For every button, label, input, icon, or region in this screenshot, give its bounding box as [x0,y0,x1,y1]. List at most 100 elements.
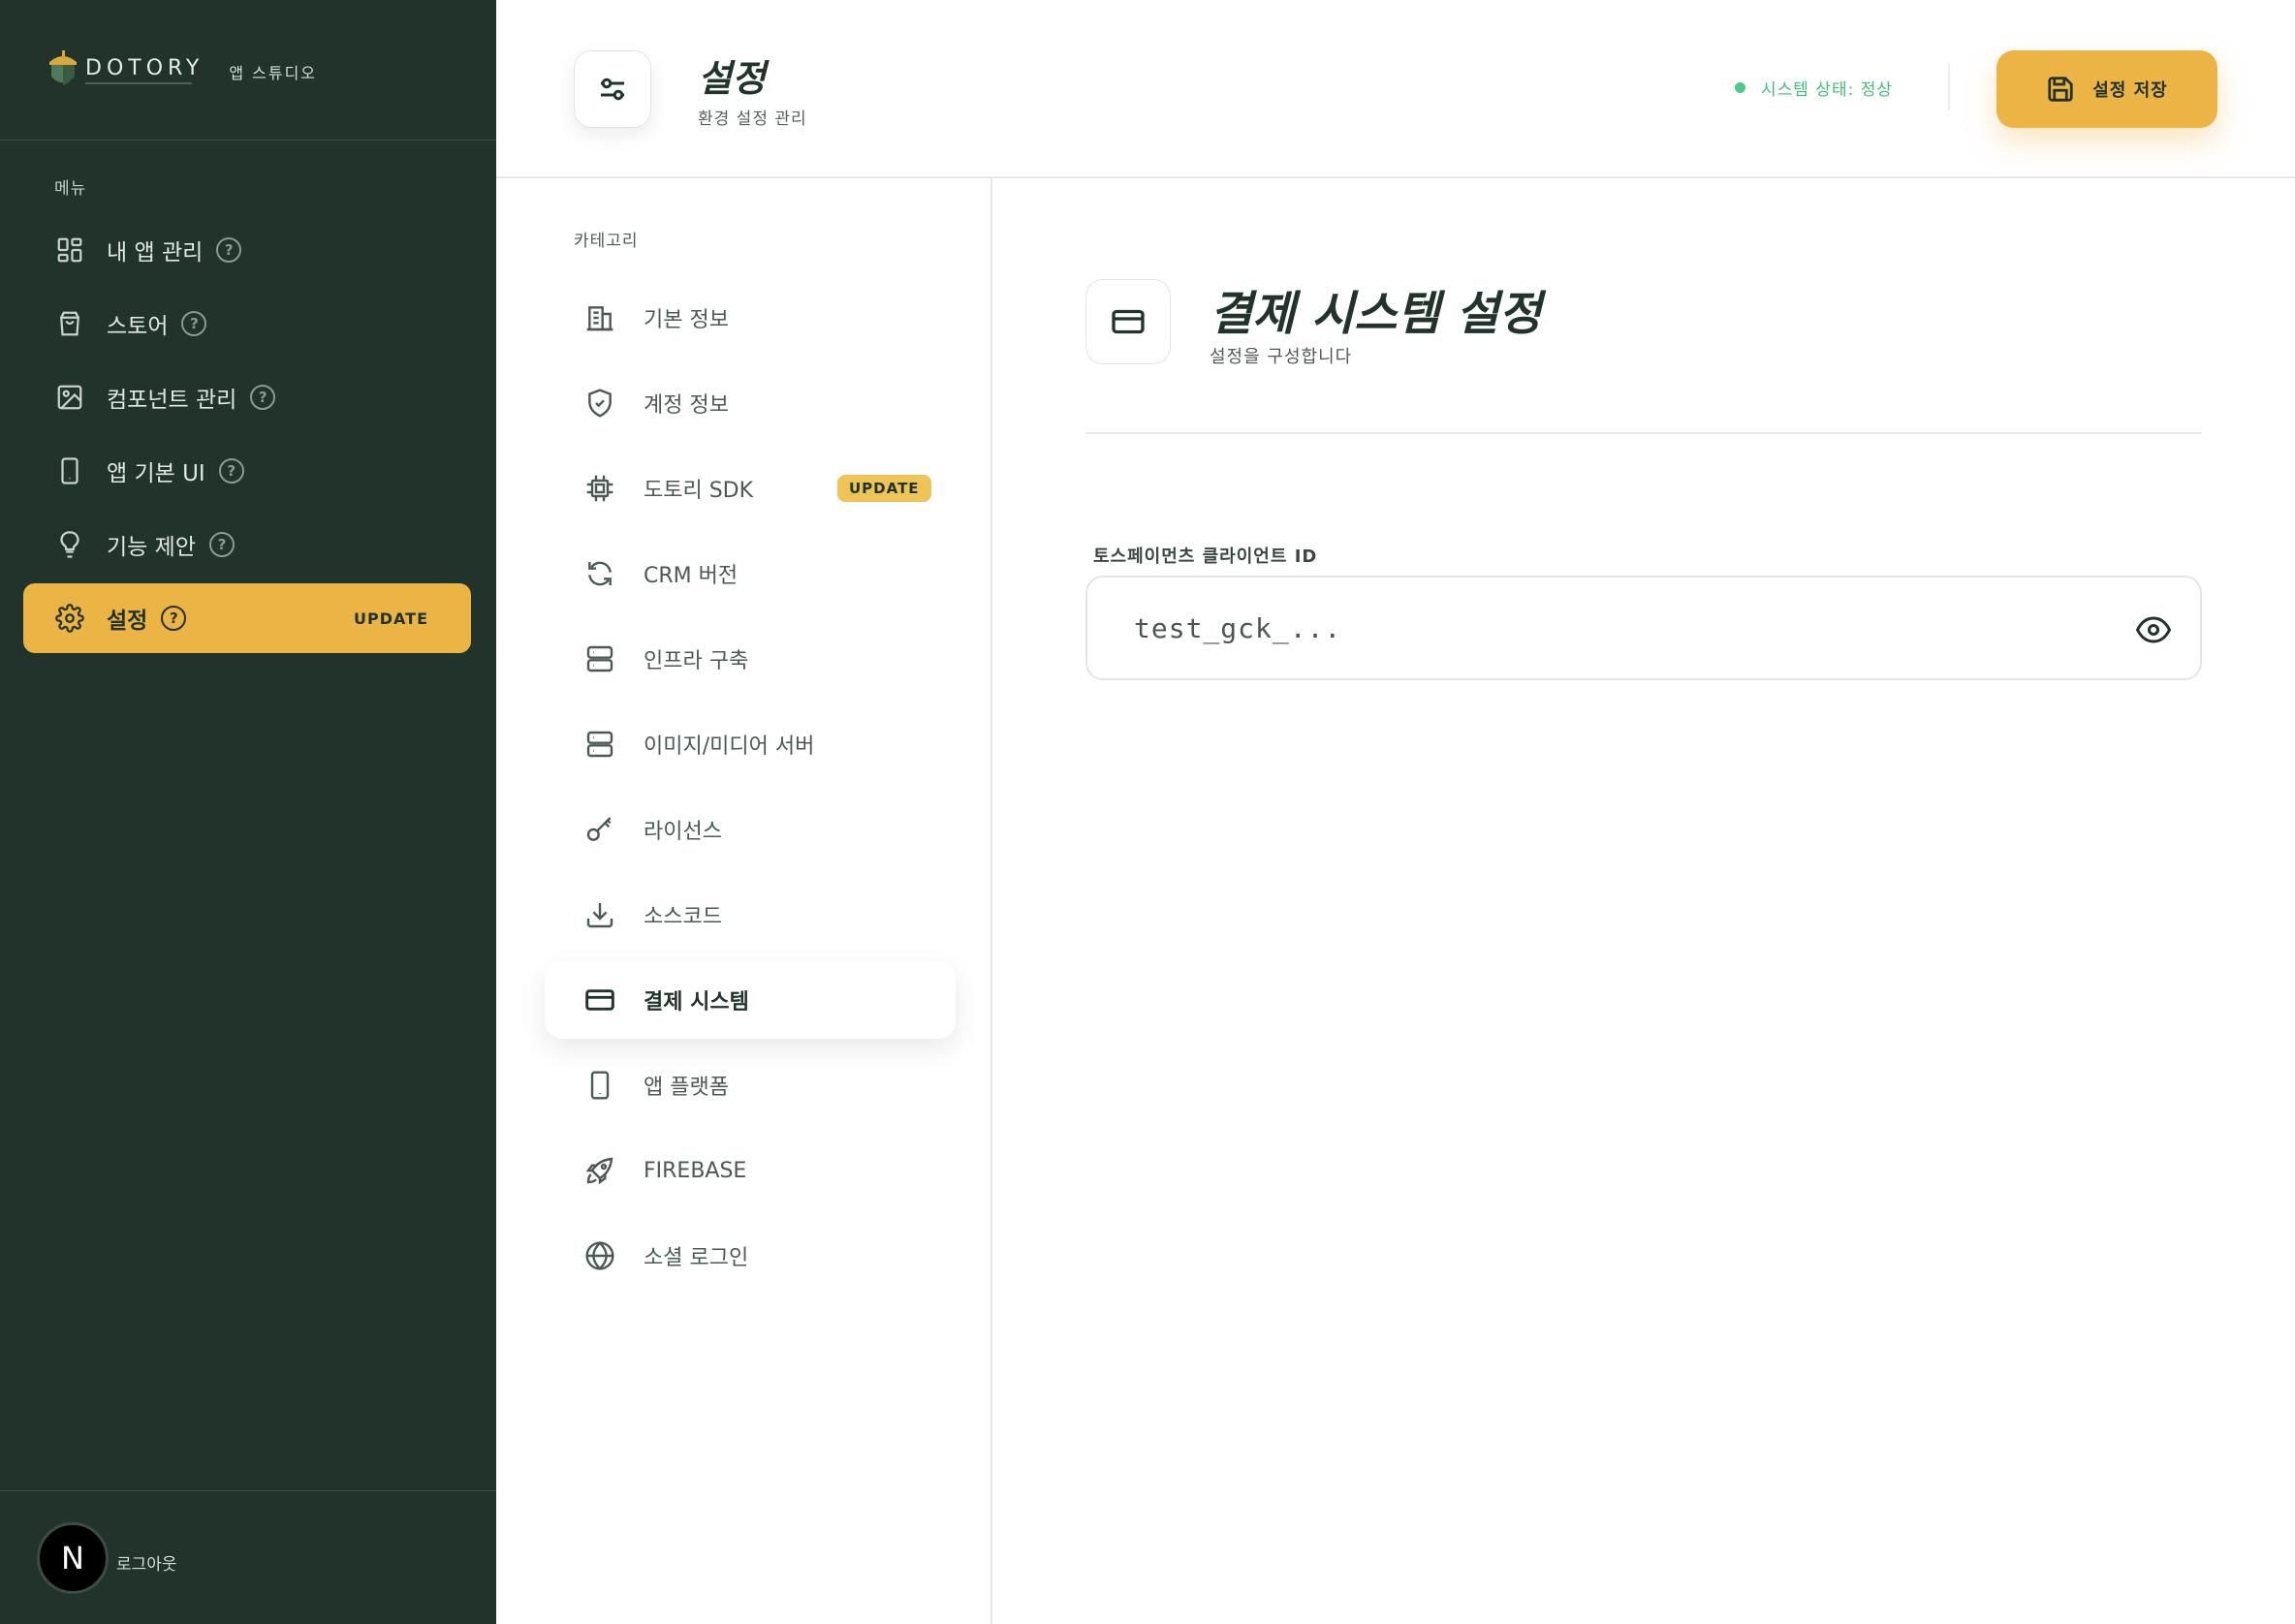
category-item-license[interactable]: 라이선스 [545,791,956,868]
server-icon [583,728,616,761]
sliders-icon [601,78,624,101]
header-icon-box [574,50,651,128]
sidebar-item-feature-request[interactable]: 기능 제안 ? [23,510,471,579]
category-item-label: 소스코드 [644,905,722,929]
help-icon[interactable]: ? [208,532,235,557]
category-item-label: 기본 정보 [644,308,729,332]
sidebar-item-components[interactable]: 컴포넌트 관리 ? [23,362,471,432]
category-item-basic-info[interactable]: 기본 정보 [545,279,956,357]
toss-client-id-input[interactable] [1134,611,2103,644]
category-item-crm-version[interactable]: CRM 버전 [545,535,956,612]
category-list: 기본 정보 계정 정보 도토리 SDK UPDATE CRM 버전 인프라 구축… [545,279,956,1302]
gear-icon [54,603,85,634]
help-icon[interactable]: ? [216,237,242,263]
credit-card-icon [583,984,616,1016]
lightbulb-icon [54,529,85,560]
sidebar-item-label: 기능 제안 [107,535,196,560]
sidebar-item-app-ui[interactable]: 앱 기본 UI ? [23,436,471,506]
credit-card-icon [1112,309,1145,334]
sidebar-item-store[interactable]: 스토어 ? [23,289,471,359]
category-item-firebase[interactable]: FIREBASE [545,1132,956,1209]
category-item-label: 앱 플랫폼 [644,1076,729,1100]
image-icon [54,382,85,413]
server-icon [583,642,616,675]
sidebar-item-label: 내 앱 관리 [107,240,204,265]
update-badge: UPDATE [354,609,428,628]
page-header: 설정 환경 설정 관리 시스템 상태: 정상 설정 저장 [496,0,2295,178]
update-badge: UPDATE [837,475,931,502]
status-dot-icon [1735,82,1745,93]
category-item-app-platform[interactable]: 앱 플랫폼 [545,1046,956,1124]
refresh-icon [583,557,616,590]
logout-button[interactable]: 로그아웃 [116,1550,177,1575]
help-icon[interactable]: ? [181,311,207,336]
section-title: 결제 시스템 설정 [1210,287,1542,341]
category-item-label: 도토리 SDK [644,479,754,503]
category-panel: 카테고리 기본 정보 계정 정보 도토리 SDK UPDATE CRM 버전 인… [496,178,992,1624]
floppy-disk-icon [2048,77,2073,102]
section-divider [1085,432,2202,434]
sidebar-footer: N 로그아웃 [0,1490,496,1624]
save-settings-button[interactable]: 설정 저장 [1996,50,2217,128]
building-icon [583,301,616,334]
category-item-label: 소셜 로그인 [644,1246,749,1270]
brand: DOTORY 앱 스튜디오 [0,0,496,141]
category-item-infrastructure[interactable]: 인프라 구축 [545,620,956,698]
sidebar: DOTORY 앱 스튜디오 메뉴 내 앱 관리 ? 스토어 ? 컴포넌트 관리 [0,0,496,1624]
category-item-media-server[interactable]: 이미지/미디어 서버 [545,705,956,783]
status-text: 시스템 상태: 정상 [1761,80,1894,100]
sidebar-menu: 내 앱 관리 ? 스토어 ? 컴포넌트 관리 ? 앱 기본 UI ? 기능 제안… [23,215,471,657]
rocket-icon [583,1154,616,1187]
sidebar-item-label: 스토어 [107,314,169,339]
category-label: 카테고리 [574,232,639,251]
category-item-label: 인프라 구축 [644,649,749,673]
category-item-label: FIREBASE [644,1158,747,1183]
avatar[interactable]: N [37,1521,109,1594]
smartphone-icon [54,455,85,486]
globe-icon [583,1239,616,1272]
category-item-account-info[interactable]: 계정 정보 [545,364,956,442]
brand-subtitle: 앱 스튜디오 [229,64,318,82]
shopping-bag-icon [54,308,85,339]
page-title: 설정 [698,57,766,100]
chip-icon [583,472,616,505]
category-item-label: 결제 시스템 [644,990,749,1015]
sidebar-item-settings[interactable]: 설정 ? UPDATE [23,583,471,653]
main-panel: 결제 시스템 설정 설정을 구성합니다 토스페이먼츠 클라이언트 ID [992,178,2295,1624]
dashboard-icon [54,234,85,265]
section-subtitle: 설정을 구성합니다 [1210,347,1353,367]
brand-logo[interactable]: DOTORY [47,50,204,89]
show-password-toggle[interactable] [2135,612,2172,647]
page-subtitle: 환경 설정 관리 [698,109,807,129]
help-icon[interactable]: ? [161,606,187,631]
help-icon[interactable]: ? [250,385,276,410]
category-item-social-login[interactable]: 소셜 로그인 [545,1217,956,1295]
category-item-dotory-sdk[interactable]: 도토리 SDK UPDATE [545,450,956,527]
key-icon [583,813,616,846]
category-item-label: 계정 정보 [644,393,729,418]
section-icon-box [1085,279,1171,364]
category-item-label: CRM 버전 [644,564,739,588]
toss-client-id-field [1085,576,2202,680]
category-item-payment-system[interactable]: 결제 시스템 [545,961,956,1039]
sidebar-item-label: 컴포넌트 관리 [107,388,237,413]
help-icon[interactable]: ? [218,458,244,484]
sidebar-item-label: 설정 [107,609,148,634]
header-divider [1948,64,1950,110]
toss-client-id-label: 토스페이먼츠 클라이언트 ID [1093,547,1318,567]
shield-check-icon [583,387,616,420]
save-settings-label: 설정 저장 [2092,80,2168,101]
category-item-source-code[interactable]: 소스코드 [545,876,956,953]
acorn-logo-icon [49,50,77,85]
menu-label: 메뉴 [54,179,87,199]
eye-icon [2135,616,2172,643]
sidebar-item-my-apps[interactable]: 내 앱 관리 ? [23,215,471,285]
brand-name: DOTORY [85,55,204,80]
system-status: 시스템 상태: 정상 [1735,76,1893,100]
category-item-label: 이미지/미디어 서버 [644,734,815,759]
sidebar-item-label: 앱 기본 UI [107,461,205,486]
category-item-label: 라이선스 [644,820,722,844]
smartphone-icon [583,1069,616,1102]
brand-tagline-line [85,81,192,84]
download-icon [583,898,616,931]
